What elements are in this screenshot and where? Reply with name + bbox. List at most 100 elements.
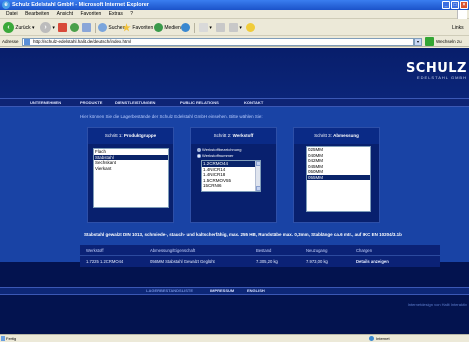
- forward-arrow-icon: ›: [40, 22, 51, 34]
- minimize-button[interactable]: _: [442, 1, 450, 9]
- menu-bar: Datei Bearbeiten Ansicht Favoriten Extra…: [0, 10, 469, 19]
- footer-link-impressum[interactable]: IMPRESSUM: [210, 288, 234, 294]
- step2-number: Schritt 2:: [213, 133, 232, 138]
- address-url: http://schulz-edelstahl.halit.de/deutsch…: [33, 39, 132, 44]
- mail-button[interactable]: ▾: [199, 22, 212, 34]
- status-text: Fertig: [6, 336, 17, 341]
- messenger-icon: [246, 23, 255, 33]
- design-credit-link[interactable]: Internetdesign von Halit Interaktiv: [408, 302, 467, 307]
- details-link[interactable]: Details anzeigen: [356, 256, 389, 267]
- table-row: 1.7225 1.2CRMO44 056MM Stabstahl Gewalzt…: [80, 256, 440, 267]
- history-button[interactable]: [181, 22, 190, 34]
- product-group-list[interactable]: Flach Stabstahl Sechskant Vierkant: [93, 148, 169, 208]
- cell-abmessung: 056MM Stabstahl Gewalzt Geglüht: [150, 259, 215, 264]
- mail-icon: [199, 23, 208, 33]
- edit-button[interactable]: ▾: [229, 22, 242, 34]
- media-label: Medien: [164, 25, 181, 31]
- windows-logo-icon: [457, 10, 467, 19]
- links-label: Links: [452, 25, 464, 31]
- address-dropdown-button[interactable]: ▾: [414, 38, 422, 46]
- menu-item-datei[interactable]: Datei: [6, 10, 18, 19]
- scroll-down-icon[interactable]: [256, 186, 260, 191]
- stock-query-section: Hier können Sie die Lagerbestände der Sc…: [0, 107, 469, 262]
- star-icon: [122, 23, 131, 32]
- company-logo[interactable]: SCHULZ EDELSTAHL GMBH: [406, 62, 467, 81]
- menu-item-ansicht[interactable]: Ansicht: [57, 10, 73, 19]
- refresh-button[interactable]: [70, 22, 79, 34]
- toolbar-separator: [194, 23, 195, 33]
- step1-panel: Schritt 1: Produktgruppe Flach Stabstahl…: [87, 127, 174, 223]
- radio-button[interactable]: [197, 153, 201, 158]
- footer-link-english[interactable]: ENGLISH: [247, 288, 265, 294]
- refresh-icon: [70, 23, 79, 33]
- menu-item-favoriten[interactable]: Favoriten: [80, 10, 101, 19]
- home-button[interactable]: [82, 22, 91, 34]
- page-status-icon: [1, 336, 5, 341]
- column-header: Bestand: [256, 248, 272, 253]
- cell-werkstoff: 1.7225 1.2CRMO44: [86, 259, 124, 264]
- toolbar: ‹ Zurück ▾ › ▾ Suchen Favoriten Medien ▾…: [0, 20, 469, 36]
- close-button[interactable]: ×: [460, 1, 468, 9]
- media-button[interactable]: Medien: [154, 22, 181, 34]
- intro-text: Hier können Sie die Lagerbestände der Sc…: [80, 114, 263, 119]
- stop-button[interactable]: [58, 22, 67, 34]
- menu-item-extras[interactable]: Extras: [109, 10, 123, 19]
- step2-heading: Schritt 2: Werkstoff: [191, 128, 276, 144]
- nav-item-unternehmen[interactable]: UNTERNEHMEN: [30, 99, 61, 106]
- favorites-label: Favoriten: [132, 25, 154, 31]
- cell-bestand: 7.305,20 kg: [256, 259, 278, 264]
- history-icon: [181, 23, 190, 33]
- list-item[interactable]: 055MM: [307, 174, 370, 180]
- print-icon: [216, 23, 225, 33]
- address-input[interactable]: http://schulz-edelstahl.halit.de/deutsch…: [22, 38, 414, 46]
- list-item[interactable]: Vierkant: [94, 166, 168, 172]
- nav-item-kontakt[interactable]: KONTAKT: [244, 99, 263, 106]
- material-list[interactable]: 1.2CRMO44 1.4NICR14 1.4NICR18 1.5CRMOV55…: [201, 160, 261, 192]
- radio-werkstoffnummer[interactable]: Werkstoffnummer: [197, 153, 233, 158]
- material-list-scrollbar[interactable]: [255, 161, 260, 191]
- radio-label: Werkstoffbezeichnung: [202, 147, 242, 152]
- home-icon: [82, 23, 91, 33]
- title-bar: e Schulz Edelstahl GmbH - Microsoft Inte…: [0, 0, 469, 10]
- page-viewport: SCHULZ EDELSTAHL GMBH UNTERNEHMEN PRODUK…: [0, 48, 469, 334]
- nav-item-produkte[interactable]: PRODUKTE: [80, 99, 102, 106]
- back-label: Zurück: [15, 25, 31, 31]
- stop-icon: [58, 23, 67, 33]
- column-header: Chargen: [356, 248, 373, 253]
- list-item[interactable]: 15CRNI6: [202, 183, 260, 189]
- step1-number: Schritt 1:: [104, 133, 123, 138]
- go-button[interactable]: Wechseln zu: [436, 37, 462, 47]
- links-button[interactable]: Links: [452, 22, 464, 34]
- back-button[interactable]: ‹ Zurück ▾: [3, 22, 35, 34]
- maximize-button[interactable]: □: [451, 1, 459, 9]
- step1-title: Produktgruppe: [123, 133, 157, 138]
- footer-link-lagerbestandsliste[interactable]: LAGERBESTANDSLISTE: [146, 288, 193, 294]
- step2-panel: Schritt 2: Werkstoff Werkstoffbezeichnun…: [190, 127, 277, 223]
- step3-heading: Schritt 3: Abmessung: [294, 128, 379, 144]
- radio-label: Werkstoffnummer: [202, 153, 234, 158]
- go-arrow-icon[interactable]: [425, 37, 434, 46]
- results-header: Werkstoff Abmessung/Eigenschaft Bestand …: [80, 245, 440, 256]
- print-button[interactable]: [216, 22, 225, 34]
- forward-button[interactable]: › ▾: [40, 22, 55, 34]
- dimension-list[interactable]: 025MM 040MM 042MM 045MM 050MM 055MM: [306, 146, 371, 212]
- security-zone: Internet: [376, 336, 390, 341]
- column-header: Werkstoff: [86, 248, 104, 253]
- cell-neuzugang: 7.973,00 kg: [306, 259, 328, 264]
- favorites-button[interactable]: Favoriten: [122, 22, 153, 34]
- menu-item-help[interactable]: ?: [130, 10, 133, 19]
- menu-item-bearbeiten[interactable]: Bearbeiten: [25, 10, 49, 19]
- product-description: Stabstahl gewalzt DIN 1013, schmiede-, s…: [84, 232, 402, 237]
- search-icon: [98, 23, 107, 33]
- messenger-button[interactable]: [246, 22, 255, 34]
- window-title: Schulz Edelstahl GmbH - Microsoft Intern…: [12, 2, 149, 8]
- nav-item-public-relations[interactable]: PUBLIC RELATIONS: [180, 99, 219, 106]
- scroll-up-icon[interactable]: [256, 161, 260, 166]
- radio-werkstoffbezeichnung[interactable]: Werkstoffbezeichnung: [197, 147, 241, 152]
- step2-title: Werkstoff: [232, 133, 254, 138]
- radio-button[interactable]: [197, 147, 201, 152]
- browser-window: e Schulz Edelstahl GmbH - Microsoft Inte…: [0, 0, 469, 342]
- edit-icon: [229, 23, 238, 33]
- nav-item-dienstleistungen[interactable]: DIENSTLEISTUNGEN: [115, 99, 155, 106]
- main-nav: UNTERNEHMEN PRODUKTE DIENSTLEISTUNGEN PU…: [0, 98, 469, 107]
